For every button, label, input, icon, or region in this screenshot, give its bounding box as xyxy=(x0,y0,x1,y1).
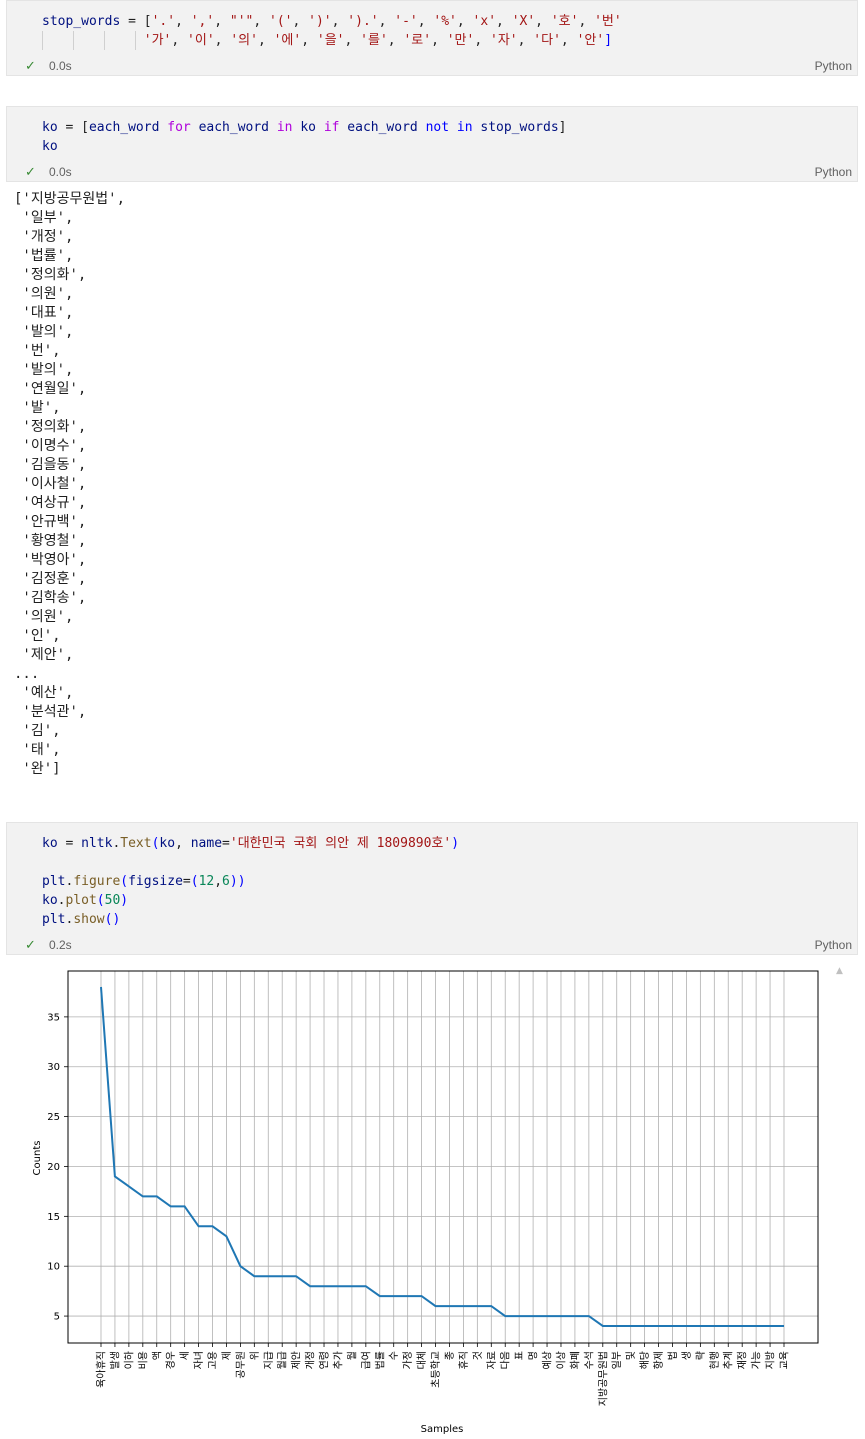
execution-time: 0.2s xyxy=(49,938,72,952)
x-tick-label: 자료 xyxy=(486,1351,498,1369)
cell-output-text: ['지방공무원법', '일부', '개정', '법률', '정의화', '의원'… xyxy=(14,191,125,777)
y-tick-label: 25 xyxy=(47,1112,60,1123)
success-check-icon: ✓ xyxy=(25,937,36,952)
x-tick-label: 대체 xyxy=(416,1351,428,1369)
x-tick-label: 법률 xyxy=(374,1351,386,1369)
x-tick-label: 수 xyxy=(388,1351,400,1360)
x-tick-label: 제 xyxy=(221,1351,233,1360)
x-tick-label: 자녀 xyxy=(193,1351,205,1369)
x-tick-label: 비용 xyxy=(137,1351,149,1369)
x-tick-label: 고용 xyxy=(207,1351,219,1369)
x-axis-label: Samples xyxy=(421,1424,464,1435)
cell-status-bar: ✓ 0.2s Python xyxy=(7,936,857,956)
x-tick-label: 지급 xyxy=(263,1351,275,1369)
code-line: ko = [each_word for each_word in ko if e… xyxy=(42,120,567,135)
code-line: ko = nltk.Text(ko, name='대한민국 국회 의안 제 18… xyxy=(42,836,460,851)
x-tick-label: 월급 xyxy=(277,1351,289,1369)
code-line: ko.plot(50) xyxy=(42,893,129,908)
x-tick-label: 휴직 xyxy=(458,1351,470,1369)
y-tick-label: 5 xyxy=(54,1312,60,1323)
x-tick-label: 세 xyxy=(179,1351,191,1360)
x-tick-label: 명 xyxy=(528,1351,540,1360)
y-tick-label: 20 xyxy=(47,1162,60,1173)
x-tick-label: 발생 xyxy=(109,1351,121,1369)
x-tick-label: 육아휴직 xyxy=(96,1351,108,1388)
language-label[interactable]: Python xyxy=(815,938,852,952)
x-tick-label: 가정 xyxy=(402,1351,414,1369)
x-tick-label: 지방 xyxy=(765,1351,777,1369)
x-tick-label: 생 xyxy=(681,1351,693,1360)
x-tick-label: 지방공무원법 xyxy=(597,1351,609,1406)
x-tick-label: 항제 xyxy=(653,1351,665,1369)
x-tick-label: 이상 xyxy=(555,1351,567,1369)
success-check-icon: ✓ xyxy=(25,164,36,179)
code-editor[interactable]: ko = [each_word for each_word in ko if e… xyxy=(42,118,566,156)
code-editor[interactable]: ko = nltk.Text(ko, name='대한민국 국회 의안 제 18… xyxy=(42,834,459,929)
x-tick-label: 현행 xyxy=(709,1351,721,1369)
x-tick-label: 가능 xyxy=(751,1351,763,1369)
code-line: plt.figure(figsize=(12,6)) xyxy=(42,874,246,889)
code-line: ko xyxy=(42,139,58,154)
x-tick-label: 제안 xyxy=(291,1351,303,1369)
code-editor[interactable]: stop_words = ['.', ',', "'", '(', ')', '… xyxy=(42,12,622,50)
x-tick-label: 경우 xyxy=(164,1351,177,1369)
x-tick-label: 공무원 xyxy=(235,1351,247,1379)
y-axis-label: Counts xyxy=(32,1141,43,1176)
x-tick-label: 교육 xyxy=(779,1351,791,1369)
plot-frame xyxy=(67,970,819,1344)
y-tick-label: 35 xyxy=(47,1012,60,1023)
execution-time: 0.0s xyxy=(49,165,72,179)
x-tick-label: 개정 xyxy=(305,1351,317,1369)
x-tick-label: 연령 xyxy=(319,1351,331,1369)
x-tick-label: 위 xyxy=(248,1351,261,1360)
x-tick-label: 일부 xyxy=(611,1351,623,1369)
x-tick-label: 재정 xyxy=(737,1351,749,1369)
code-cell-filter[interactable]: ko = [each_word for each_word in ko if e… xyxy=(6,106,858,182)
x-tick-label: 법 xyxy=(667,1351,679,1360)
cell-status-bar: ✓ 0.0s Python xyxy=(7,163,857,183)
series-line xyxy=(100,986,784,1327)
x-tick-label: 해당 xyxy=(638,1351,651,1369)
x-tick-label: 것 xyxy=(472,1351,484,1360)
x-tick-label: 종 xyxy=(444,1351,456,1360)
x-tick-label: 초등학교 xyxy=(430,1351,442,1388)
x-tick-label: 화폐 xyxy=(569,1351,581,1369)
frequency-distribution-chart: 5101520253035 육아휴직 발생 이하 비용 액 경우 세 자녀 고용 제 공무원 위 지급 월… xyxy=(32,970,819,1435)
cell-status-bar: ✓ 0.0s Python xyxy=(7,57,857,77)
code-cell-plot[interactable]: ko = nltk.Text(ko, name='대한민국 국회 의안 제 18… xyxy=(6,822,858,955)
code-line: plt.show() xyxy=(42,912,121,927)
code-line: '가', '이', '의', '에', '을', '를', '로', '만', … xyxy=(143,33,613,48)
success-check-icon: ✓ xyxy=(25,58,36,73)
y-tick-label: 10 xyxy=(47,1262,60,1273)
x-tick-label: 추계 xyxy=(723,1351,735,1369)
x-tick-label: 예상 xyxy=(542,1351,554,1369)
x-tick-label: 급여 xyxy=(360,1351,372,1369)
execution-time: 0.0s xyxy=(49,59,72,73)
code-line: stop_words = ['.', ',', "'", '(', ')', '… xyxy=(42,14,622,29)
x-tick-label: 략 xyxy=(695,1351,707,1360)
x-tick-label: 수석 xyxy=(583,1351,595,1369)
language-label[interactable]: Python xyxy=(815,165,852,179)
x-tick-label: 액 xyxy=(151,1351,163,1360)
language-label[interactable]: Python xyxy=(815,59,852,73)
x-tick-label: 표 xyxy=(515,1351,526,1360)
x-tick-label: 추가 xyxy=(332,1351,344,1369)
x-tick-label: 이하 xyxy=(122,1351,135,1369)
x-tick-label: 월 xyxy=(346,1351,358,1360)
x-tick-label: 및 xyxy=(625,1351,637,1360)
code-cell-stopwords[interactable]: stop_words = ['.', ',', "'", '(', ')', '… xyxy=(6,0,858,76)
y-tick-label: 30 xyxy=(47,1062,60,1073)
y-tick-label: 15 xyxy=(47,1212,60,1223)
x-tick-label: 다음 xyxy=(500,1351,512,1369)
